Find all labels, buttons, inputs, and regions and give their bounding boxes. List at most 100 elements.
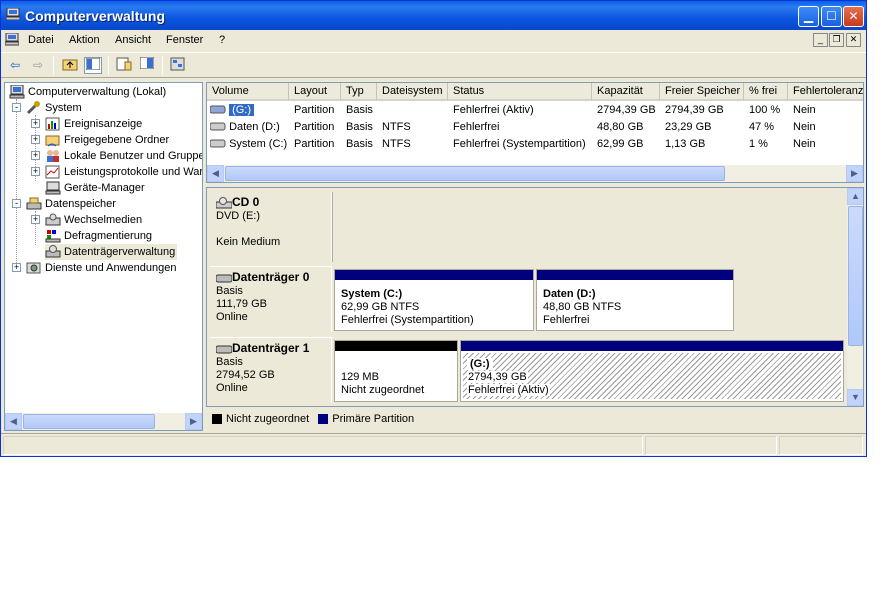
expander-system[interactable]: - bbox=[12, 103, 21, 112]
expander-wechselmedien[interactable]: + bbox=[31, 215, 40, 224]
computer-icon bbox=[6, 8, 20, 20]
expander-freigegebene-ordner[interactable]: + bbox=[31, 135, 40, 144]
expander-datenspeicher[interactable]: - bbox=[12, 199, 21, 208]
cd-drive-icon bbox=[215, 197, 233, 209]
table-row-volume-g[interactable]: (G:) bbox=[209, 102, 255, 118]
partition-g[interactable]: (G:) 2794,39 GB Fehlerfrei (Aktiv) bbox=[460, 340, 844, 402]
up-folder-icon[interactable] bbox=[61, 57, 79, 74]
table-row-volume-c[interactable]: System (C:) bbox=[209, 136, 287, 152]
tree-root[interactable]: Computerverwaltung (Lokal) bbox=[9, 84, 166, 100]
scroll-thumb[interactable] bbox=[23, 414, 155, 429]
scroll-thumb[interactable] bbox=[848, 206, 863, 346]
tree-item-datenspeicher[interactable]: Datenspeicher bbox=[26, 196, 116, 212]
event-viewer-icon bbox=[45, 117, 61, 131]
column-header-status[interactable]: Status bbox=[448, 83, 592, 101]
column-header-kapazitaet[interactable]: Kapazität bbox=[592, 83, 660, 101]
cell-kapazitaet: 62,99 GB bbox=[597, 138, 644, 150]
expander-leistungsprotokolle[interactable]: + bbox=[31, 167, 40, 176]
mmc-app-icon[interactable] bbox=[5, 33, 19, 46]
scroll-thumb[interactable] bbox=[225, 166, 725, 181]
console-tree: Computerverwaltung (Lokal) - System + Er… bbox=[4, 82, 203, 431]
scroll-down-arrow-icon[interactable]: ▼ bbox=[847, 389, 863, 406]
cell-typ: Basis bbox=[346, 104, 373, 116]
cell-freier-speicher: 1,13 GB bbox=[665, 138, 706, 150]
menu-aktion[interactable]: Aktion bbox=[69, 34, 100, 46]
disk-info-disk0[interactable]: Datenträger 0 Basis 111,79 GB Online bbox=[210, 266, 332, 332]
list-horizontal-scrollbar[interactable]: ◀ ▶ bbox=[207, 165, 863, 182]
close-button[interactable]: ✕ bbox=[843, 6, 864, 27]
tree-item-freigegebene-ordner[interactable]: Freigegebene Ordner bbox=[45, 132, 169, 148]
child-close-button[interactable]: ✕ bbox=[846, 33, 861, 47]
disk-info-disk1[interactable]: Datenträger 1 Basis 2794,52 GB Online bbox=[210, 337, 332, 403]
forward-arrow-icon[interactable]: ⇨ bbox=[29, 57, 47, 74]
help-topics-icon[interactable] bbox=[169, 57, 187, 74]
tree-item-ereignisanzeige[interactable]: Ereignisanzeige bbox=[45, 116, 142, 132]
back-arrow-icon[interactable]: ⇦ bbox=[6, 57, 24, 74]
tree-item-geraete-manager[interactable]: Geräte-Manager bbox=[45, 180, 145, 196]
tree-horizontal-scrollbar[interactable]: ◀ ▶ bbox=[5, 413, 202, 430]
scroll-left-arrow-icon[interactable]: ◀ bbox=[207, 165, 224, 182]
column-header-fehlertoleranz[interactable]: Fehlertoleranz bbox=[788, 83, 863, 101]
cell-freier-speicher: 2794,39 GB bbox=[665, 104, 724, 116]
disk-management-icon bbox=[45, 245, 61, 259]
cell-prozent-frei: 1 % bbox=[749, 138, 768, 150]
partition-system-c[interactable]: System (C:) 62,99 GB NTFS Fehlerfrei (Sy… bbox=[334, 269, 534, 331]
column-header-typ[interactable]: Typ bbox=[341, 83, 377, 101]
tree-item-system[interactable]: System bbox=[26, 100, 82, 116]
export-list-icon[interactable] bbox=[138, 56, 156, 74]
child-minimize-button[interactable]: _ bbox=[813, 33, 828, 47]
expander-ereignisanzeige[interactable]: + bbox=[31, 119, 40, 128]
disk-info-cd0[interactable]: CD 0 DVD (E:) Kein Medium bbox=[210, 192, 332, 262]
computer-icon bbox=[9, 84, 25, 99]
cell-status: Fehlerfrei bbox=[453, 121, 500, 133]
tree-item-wechselmedien[interactable]: Wechselmedien bbox=[45, 212, 142, 228]
unallocated-swatch bbox=[212, 414, 222, 425]
maximize-button[interactable]: ☐ bbox=[821, 6, 842, 27]
title-bar[interactable]: Computerverwaltung ▁ ☐ ✕ bbox=[1, 1, 866, 30]
disk-area-cd0 bbox=[332, 192, 847, 262]
defrag-icon bbox=[45, 229, 61, 243]
cell-layout: Partition bbox=[294, 121, 335, 133]
show-hide-tree-icon[interactable] bbox=[84, 57, 102, 74]
cell-freier-speicher: 23,29 GB bbox=[665, 121, 712, 133]
partition-unallocated[interactable]: 129 MB Nicht zugeordnet bbox=[334, 340, 458, 402]
status-bar bbox=[1, 433, 866, 456]
partition-daten-d[interactable]: Daten (D:) 48,80 GB NTFS Fehlerfrei bbox=[536, 269, 734, 331]
window-title: Computerverwaltung bbox=[25, 8, 166, 24]
storage-icon bbox=[26, 197, 42, 211]
shared-folder-icon bbox=[45, 133, 61, 147]
menu-datei[interactable]: Datei bbox=[28, 34, 54, 46]
scroll-left-arrow-icon[interactable]: ◀ bbox=[5, 413, 22, 430]
tree-item-leistungsprotokolle[interactable]: Leistungsprotokolle und War bbox=[45, 164, 202, 180]
scroll-right-arrow-icon[interactable]: ▶ bbox=[846, 165, 863, 182]
column-header-dateisystem[interactable]: Dateisystem bbox=[377, 83, 448, 101]
menu-help[interactable]: ? bbox=[219, 34, 225, 46]
column-header-layout[interactable]: Layout bbox=[289, 83, 341, 101]
status-cell bbox=[645, 436, 777, 455]
scroll-up-arrow-icon[interactable]: ▲ bbox=[847, 188, 863, 205]
table-row-volume-d[interactable]: Daten (D:) bbox=[209, 119, 280, 135]
menu-fenster[interactable]: Fenster bbox=[166, 34, 203, 46]
cell-layout: Partition bbox=[294, 138, 335, 150]
child-restore-button[interactable]: ❐ bbox=[829, 33, 844, 47]
menu-ansicht[interactable]: Ansicht bbox=[115, 34, 151, 46]
tree-item-datentraegerverwaltung[interactable]: Datenträgerverwaltung bbox=[45, 244, 178, 260]
status-cell bbox=[779, 436, 863, 455]
tree-item-dienste[interactable]: Dienste und Anwendungen bbox=[26, 260, 177, 276]
tree-item-lokale-benutzer[interactable]: Lokale Benutzer und Gruppe bbox=[45, 148, 202, 164]
column-header-freier-speicher[interactable]: Freier Speicher bbox=[660, 83, 744, 101]
menu-bar: Datei Aktion Ansicht Fenster ? _ ❐ ✕ bbox=[1, 30, 866, 51]
expander-lokale-benutzer[interactable]: + bbox=[31, 151, 40, 160]
column-header-volume[interactable]: Volume bbox=[207, 83, 289, 101]
tree-item-defragmentierung[interactable]: Defragmentierung bbox=[45, 228, 152, 244]
expander-dienste[interactable]: + bbox=[12, 263, 21, 272]
cell-status: Fehlerfrei (Systempartition) bbox=[453, 138, 586, 150]
cell-prozent-frei: 47 % bbox=[749, 121, 775, 133]
graphic-vertical-scrollbar[interactable]: ▲ ▼ bbox=[847, 188, 863, 406]
minimize-button[interactable]: ▁ bbox=[798, 6, 819, 27]
column-header-prozent-frei[interactable]: % frei bbox=[744, 83, 788, 101]
properties-icon[interactable] bbox=[115, 57, 133, 74]
disk-graphic-view: CD 0 DVD (E:) Kein Medium Datenträger 0 … bbox=[206, 187, 864, 407]
scroll-right-arrow-icon[interactable]: ▶ bbox=[185, 413, 202, 430]
device-manager-icon bbox=[45, 181, 61, 195]
